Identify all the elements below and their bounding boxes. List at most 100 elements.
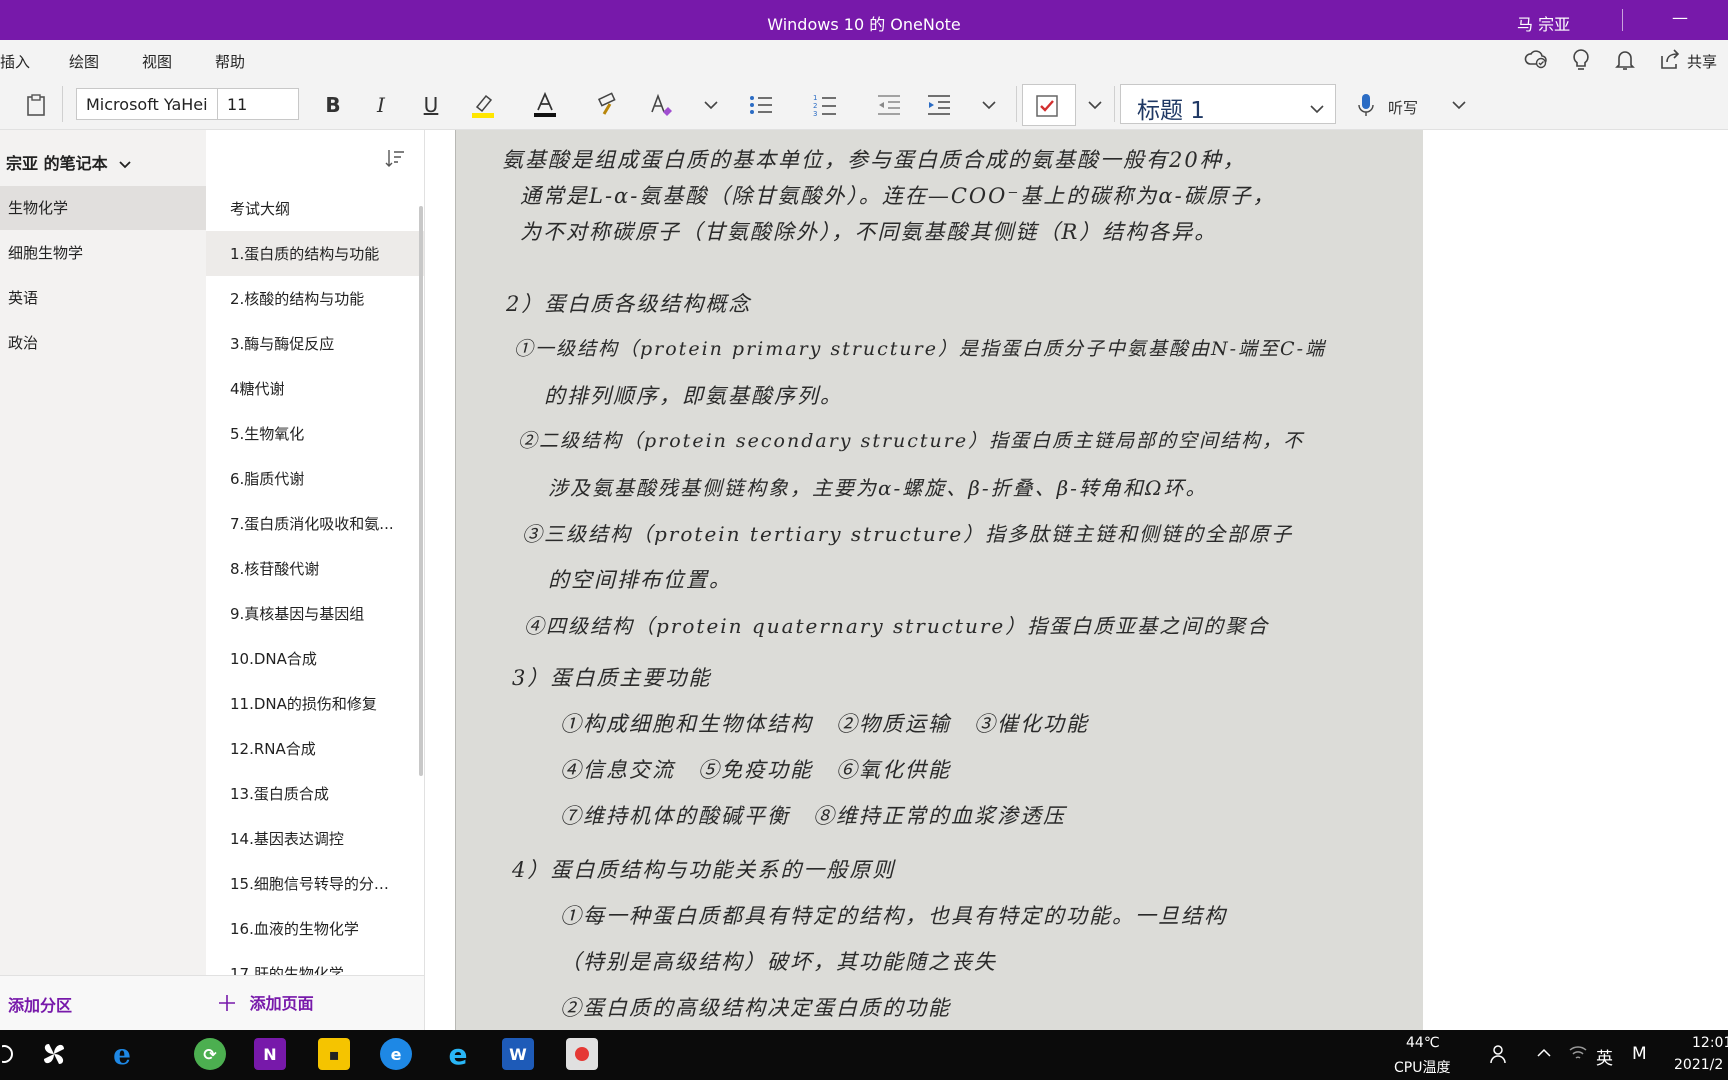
page-list: 考试大纲 1.蛋白质的结构与功能 2.核酸的结构与功能 3.酶与酶促反应 4糖代…	[206, 186, 424, 1030]
lightbulb-icon[interactable]	[1571, 48, 1591, 77]
note-line: 通常是L-α-氨基酸（除甘氨酸外）。连在—COO⁻基上的碳称为α-碳原子，	[520, 184, 1276, 208]
note-line: 涉及氨基酸残基侧链构象，主要为α-螺旋、β-折叠、β-转角和Ω环。	[548, 476, 1208, 500]
start-icon[interactable]	[0, 1038, 26, 1070]
page-item[interactable]: 16.血液的生物化学	[206, 906, 424, 951]
page-item[interactable]: 14.基因表达调控	[206, 816, 424, 861]
decrease-indent-icon[interactable]	[872, 88, 906, 122]
share-icon[interactable]	[1659, 48, 1681, 75]
font-color-icon[interactable]	[528, 88, 562, 122]
page-item[interactable]: 考试大纲	[206, 186, 424, 231]
title-bar: Windows 10 的 OneNote 马 宗亚 —	[0, 0, 1728, 40]
note-line: ②二级结构（protein secondary structure）指蛋白质主链…	[518, 430, 1305, 452]
cpu-temp-label: CPU温度	[1394, 1060, 1451, 1076]
note-line: 2）蛋白质各级结构概念	[506, 292, 752, 316]
page-item[interactable]: 10.DNA合成	[206, 636, 424, 681]
share-button[interactable]: 共享	[1687, 51, 1717, 72]
ribbon-divider	[1114, 86, 1115, 122]
font-name-field[interactable]: Microsoft YaHei	[76, 88, 218, 120]
menu-draw[interactable]: 绘图	[69, 51, 99, 72]
add-page-button[interactable]: 添加页面	[218, 990, 314, 1016]
menu-insert[interactable]: 插入	[0, 51, 30, 72]
add-section-button[interactable]: 添加分区	[8, 992, 72, 1016]
svg-text:3: 3	[813, 110, 817, 118]
svg-text:1: 1	[813, 94, 817, 102]
note-line: 氨基酸是组成蛋白质的基本单位，参与蛋白质合成的氨基酸一般有20种，	[502, 148, 1246, 172]
style-dropdown[interactable]: 标题 1	[1120, 84, 1336, 124]
bold-button[interactable]: B	[316, 88, 350, 122]
tag-dropdown[interactable]	[1022, 84, 1076, 126]
page-list-scrollbar[interactable]	[419, 206, 423, 776]
note-line: ①一级结构（protein primary structure）是指蛋白质分子中…	[514, 338, 1326, 360]
ribbon: Microsoft YaHei 11 B I U 123 听写	[0, 80, 1728, 130]
add-page-label: 添加页面	[249, 994, 314, 1013]
dictate-button[interactable]: 听写	[1388, 97, 1418, 118]
clipboard-icon[interactable]	[20, 88, 52, 122]
increase-indent-icon[interactable]	[922, 88, 956, 122]
wifi-icon[interactable]	[1568, 1044, 1588, 1066]
page-item[interactable]: 3.酶与酶促反应	[206, 321, 424, 366]
page-item[interactable]: 6.脂质代谢	[206, 456, 424, 501]
bullet-list-icon[interactable]	[744, 88, 778, 122]
note-line: 为不对称碳原子（甘氨酸除外），不同氨基酸其侧链（R）结构各异。	[520, 220, 1218, 244]
ime-language[interactable]: 英	[1596, 1044, 1613, 1069]
highlight-icon[interactable]	[466, 88, 500, 122]
format-painter-icon[interactable]	[592, 88, 626, 122]
sort-icon[interactable]	[385, 148, 405, 172]
page-item[interactable]: 9.真核基因与基因组	[206, 591, 424, 636]
page-item[interactable]: 7.蛋白质消化吸收和氨...	[206, 501, 424, 546]
menu-help[interactable]: 帮助	[215, 51, 245, 72]
microphone-icon[interactable]	[1352, 88, 1380, 122]
section-item-biochemistry[interactable]: 生物化学	[0, 186, 206, 230]
note-line: ③三级结构（protein tertiary structure）指多肽链主链和…	[522, 522, 1294, 546]
font-size-field[interactable]: 11	[217, 88, 299, 120]
internet-explorer-icon[interactable]: e	[106, 1038, 138, 1071]
checkbox-tag-icon	[1035, 94, 1059, 122]
browser-icon[interactable]: e	[380, 1038, 412, 1070]
onenote-taskbar-icon[interactable]: N	[254, 1038, 286, 1070]
section-item-cell-biology[interactable]: 细胞生物学	[0, 231, 206, 275]
window-title: Windows 10 的 OneNote	[767, 15, 961, 34]
clock-time[interactable]: 12:01	[1692, 1035, 1728, 1051]
page-item[interactable]: 15.细胞信号转导的分子...	[206, 861, 424, 906]
browser-360-icon[interactable]: ⟳	[194, 1038, 226, 1070]
sticky-notes-icon[interactable]: ▪	[318, 1038, 350, 1070]
clear-format-icon[interactable]	[644, 88, 678, 122]
word-icon[interactable]: W	[502, 1038, 534, 1070]
bell-icon[interactable]	[1615, 48, 1635, 77]
page-item[interactable]: 1.蛋白质的结构与功能	[206, 231, 424, 276]
ime-mode[interactable]: M	[1632, 1044, 1647, 1064]
clock-date[interactable]: 2021/2	[1674, 1057, 1723, 1073]
more-paragraph-chevron-icon[interactable]	[972, 88, 1006, 122]
ribbon-more-chevron-icon[interactable]	[1442, 88, 1476, 122]
notebook-selector[interactable]: 宗亚 的笔记本	[6, 150, 131, 174]
tag-chevron-icon[interactable]	[1078, 88, 1112, 122]
section-item-english[interactable]: 英语	[0, 276, 206, 320]
page-item[interactable]: 4糖代谢	[206, 366, 424, 411]
cpu-temp-value: 44℃	[1406, 1035, 1440, 1051]
recorder-icon[interactable]	[566, 1038, 598, 1070]
people-icon[interactable]	[1490, 1044, 1512, 1068]
note-line: 3）蛋白质主要功能	[512, 666, 712, 690]
note-line: ④信息交流 ⑤免疫功能 ⑥氧化供能	[560, 758, 951, 782]
page-item[interactable]: 2.核酸的结构与功能	[206, 276, 424, 321]
page-item[interactable]: 12.RNA合成	[206, 726, 424, 771]
numbered-list-icon[interactable]: 123	[808, 88, 842, 122]
more-format-chevron-icon[interactable]	[694, 88, 728, 122]
edge-icon[interactable]: e	[442, 1038, 474, 1071]
page-item[interactable]: 13.蛋白质合成	[206, 771, 424, 816]
underline-button[interactable]: U	[414, 88, 448, 122]
style-name: 标题 1	[1137, 98, 1205, 124]
italic-button[interactable]: I	[364, 88, 398, 122]
page-item[interactable]: 5.生物氧化	[206, 411, 424, 456]
style-chevron-icon	[1309, 99, 1325, 118]
pinwheel-app-icon[interactable]	[38, 1038, 70, 1070]
minimize-button[interactable]: —	[1672, 8, 1688, 27]
note-line: 的排列顺序，即氨基酸序列。	[544, 384, 843, 408]
page-item[interactable]: 11.DNA的损伤和修复	[206, 681, 424, 726]
sync-icon[interactable]	[1524, 48, 1548, 75]
section-item-politics[interactable]: 政治	[0, 321, 206, 365]
user-name[interactable]: 马 宗亚	[1517, 11, 1570, 35]
chevron-up-icon[interactable]	[1536, 1046, 1552, 1062]
menu-view[interactable]: 视图	[142, 51, 172, 72]
page-item[interactable]: 8.核苷酸代谢	[206, 546, 424, 591]
